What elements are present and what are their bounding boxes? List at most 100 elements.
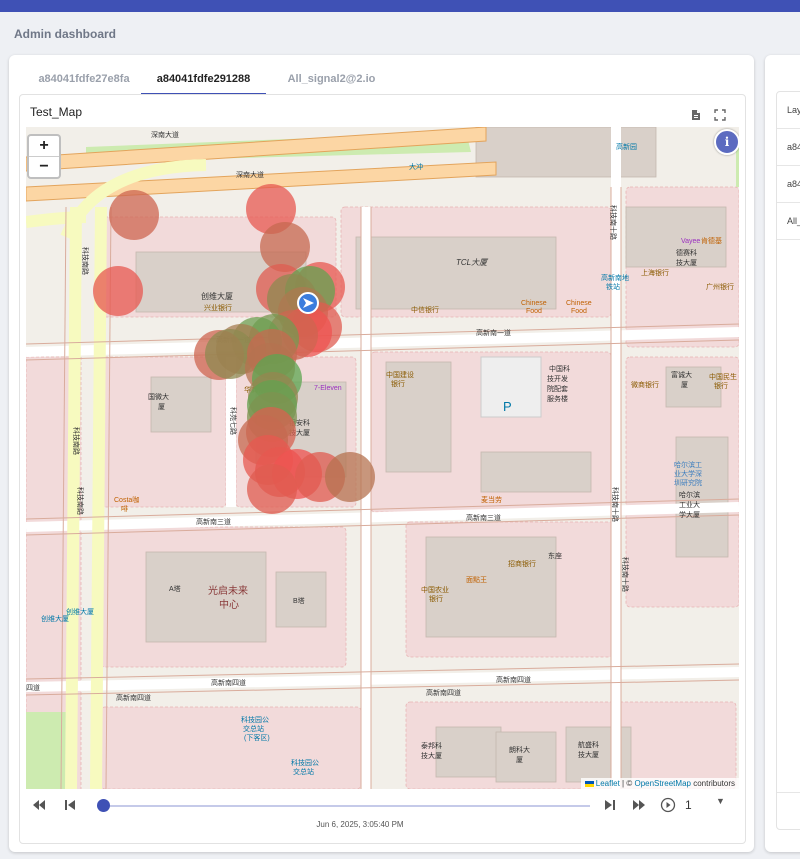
attribution-suffix: contributors [693,779,735,788]
leaflet-link[interactable]: Leaflet [596,779,620,788]
svg-text:Vayee: Vayee [681,238,700,245]
play-circle-icon[interactable] [660,797,676,816]
svg-text:中信银行: 中信银行 [411,305,439,314]
svg-text:Food: Food [526,308,542,315]
speed-select[interactable]: 1 [685,798,692,812]
svg-text:(下客区): (下客区) [244,733,270,742]
svg-text:A塔: A塔 [169,584,181,593]
svg-text:深南大道: 深南大道 [236,170,264,179]
svg-text:东座: 东座 [548,551,562,560]
svg-text:肯德基: 肯德基 [701,236,722,245]
svg-text:科技南路: 科技南路 [72,427,81,455]
chevron-down-icon[interactable]: ▼ [716,796,725,806]
svg-text:银行: 银行 [714,381,728,390]
direction-marker[interactable] [297,292,319,314]
svg-text:P: P [503,399,512,414]
svg-text:麦当劳: 麦当劳 [481,495,502,504]
svg-text:技大厦: 技大厦 [421,751,442,760]
signal-point [109,190,159,240]
signal-point [247,464,297,514]
timeline-thumb[interactable] [97,799,110,812]
svg-text:科技南十路: 科技南十路 [621,557,630,592]
svg-text:朗科大: 朗科大 [509,745,530,754]
svg-text:中国科: 中国科 [549,364,570,373]
svg-text:哈尔滨: 哈尔滨 [679,490,700,499]
layers-header: Lay [777,92,800,129]
svg-text:科技南十路: 科技南十路 [611,487,620,522]
attribution-separator: | © [622,779,633,788]
fast-forward-icon[interactable] [632,799,646,814]
svg-text:面點王: 面點王 [466,575,487,584]
timeline-track[interactable] [110,805,590,807]
layer-row[interactable]: All_ [777,203,800,240]
svg-text:上海银行: 上海银行 [641,268,669,277]
info-icon[interactable]: i [714,129,739,155]
svg-text:国微大: 国微大 [148,392,169,401]
svg-text:创维大厦: 创维大厦 [66,607,94,616]
svg-text:中国建设: 中国建设 [386,370,414,379]
zoom-in-button[interactable]: + [29,136,59,157]
svg-text:高新南四道: 高新南四道 [211,678,246,687]
svg-text:深南大道: 深南大道 [151,130,179,139]
fullscreen-icon[interactable] [714,108,726,121]
svg-text:TCL大厦: TCL大厦 [456,258,489,267]
svg-text:高新南地: 高新南地 [601,273,629,282]
map-panel: Test_Map 深南大道 深南大道 高新南一道 高新南三道 高新南三道 高新南… [19,94,746,844]
svg-text:铁站: 铁站 [606,282,620,291]
svg-text:技大厦: 技大厦 [578,750,599,759]
svg-text:富诚大: 富诚大 [671,370,692,379]
export-file-icon[interactable] [690,108,702,120]
svg-text:科苑七路: 科苑七路 [229,407,238,435]
layer-row[interactable]: a84 [777,129,800,166]
svg-text:高新南四道: 高新南四道 [116,693,151,702]
map-canvas[interactable]: 深南大道 深南大道 高新南一道 高新南三道 高新南三道 高新南四道 高新南四道 … [26,127,739,789]
svg-text:Food: Food [571,308,587,315]
fast-rewind-icon[interactable] [32,799,46,814]
layers-footer [777,792,800,793]
map-attribution: Leaflet | © OpenStreetMap contributors [580,778,739,789]
playback-timestamp: Jun 6, 2025, 3:05:40 PM [316,820,404,829]
svg-text:Costa咖: Costa咖 [114,495,139,504]
skip-previous-icon[interactable] [64,799,76,814]
layers-card: Lay a84 a84 All_ [765,55,800,852]
svg-text:高新南四道: 高新南四道 [496,675,531,684]
zoom-out-button[interactable]: − [29,157,59,177]
svg-text:厦: 厦 [158,403,165,411]
svg-text:大冲: 大冲 [409,162,423,171]
tab-device-1[interactable]: a84041fdfe27e8fa [19,55,149,93]
svg-text:四道: 四道 [26,683,40,692]
signal-point [325,452,375,502]
svg-text:科技南路: 科技南路 [81,247,90,275]
svg-text:交总站: 交总站 [293,767,314,776]
top-app-bar [0,0,800,12]
svg-text:泰邦科: 泰邦科 [421,741,442,750]
svg-text:业大学深: 业大学深 [674,469,702,478]
svg-text:啡: 啡 [121,504,128,513]
ukraine-flag-icon [584,780,594,787]
svg-text:银行: 银行 [391,379,405,388]
skip-next-icon[interactable] [604,799,616,814]
svg-text:高新南三道: 高新南三道 [466,513,501,522]
svg-text:学大厦: 学大厦 [679,510,700,519]
svg-text:微商银行: 微商银行 [631,380,659,389]
svg-text:技开发: 技开发 [547,374,568,383]
svg-text:院配套: 院配套 [547,384,568,393]
svg-text:7-Eleven: 7-Eleven [314,385,342,392]
svg-text:创维大厦: 创维大厦 [201,291,233,301]
svg-text:中心: 中心 [219,598,239,611]
svg-text:中国民生: 中国民生 [709,372,737,381]
svg-text:工业大: 工业大 [679,500,700,509]
svg-text:科技园公: 科技园公 [291,758,319,767]
svg-text:厦: 厦 [516,756,523,764]
tab-all-signals[interactable]: All_signal2@2.io [274,55,389,93]
layer-row[interactable]: a84 [777,166,800,203]
svg-text:德赛科: 德赛科 [676,248,697,257]
svg-text:Chinese: Chinese [566,300,592,307]
svg-text:光启未来: 光启未来 [208,584,248,597]
svg-text:科技园公: 科技园公 [241,715,269,724]
playback-controls: 1 ▼ Jun 6, 2025, 3:05:40 PM [20,793,745,841]
osm-link[interactable]: OpenStreetMap [634,779,690,788]
tab-device-2[interactable]: a84041fdfe291288 [141,55,266,95]
svg-text:高新园: 高新园 [616,142,637,151]
svg-text:高新南三道: 高新南三道 [196,517,231,526]
